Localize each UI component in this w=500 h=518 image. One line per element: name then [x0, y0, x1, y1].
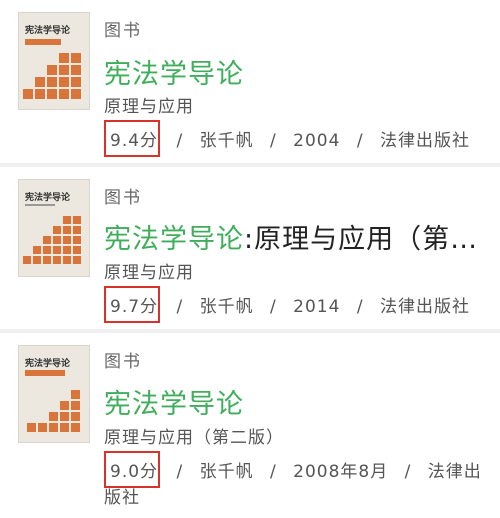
book-cover-image[interactable]: 宪法学导论: [18, 345, 90, 443]
stairs-graphic: [27, 390, 80, 432]
cover-title-text: 宪法学导论: [25, 26, 71, 36]
separator: /: [270, 131, 277, 151]
rating-score: 9.4分: [104, 120, 161, 157]
book-item-3[interactable]: 宪法学导论 图书 宪法学导论 原理与应用（第二版） 9.0分 / 张千帆 / 2…: [0, 333, 500, 518]
publisher-name[interactable]: 法律出版社: [380, 131, 470, 151]
book-title-link[interactable]: 宪法学导论:原理与应用（第…: [104, 217, 478, 256]
book-subtitle: 原理与应用: [104, 263, 194, 283]
book-meta-row: 9.4分 / 张千帆 / 2004 / 法律出版社: [104, 120, 470, 157]
cover-subtitle-bar: [25, 39, 61, 45]
separator: /: [356, 131, 364, 151]
book-title-main: 宪法学导论: [104, 59, 244, 90]
book-title-link[interactable]: 宪法学导论: [104, 382, 244, 421]
separator: /: [176, 131, 184, 151]
book-meta-row: 9.7分 / 张千帆 / 2014 / 法律出版社: [104, 286, 470, 323]
category-label: 图书: [104, 188, 142, 208]
publisher-name-line2[interactable]: 版社: [104, 483, 140, 508]
book-meta-row: 9.0分 / 张千帆 / 2008年8月 / 法律出: [104, 451, 482, 488]
author-name[interactable]: 张千帆: [200, 462, 254, 482]
separator: /: [404, 462, 412, 482]
book-item-2[interactable]: 宪法学导论 图书 宪法学导论:原理与应用（第… 原理与应用 9.7分 / 张千帆…: [0, 167, 500, 327]
cover-title-text: 宪法学导论: [25, 193, 71, 203]
stairs-graphic: [23, 53, 81, 99]
publish-year: 2008年8月: [293, 462, 389, 482]
book-title-main: 宪法学导论: [104, 389, 244, 420]
book-subtitle: 原理与应用: [104, 97, 194, 117]
separator: /: [270, 297, 277, 317]
book-cover-image[interactable]: 宪法学导论: [18, 12, 90, 110]
publish-year: 2014: [293, 297, 341, 317]
publisher-name-line1[interactable]: 法律出: [428, 462, 482, 482]
stairs-graphic: [23, 216, 81, 264]
cover-title-text: 宪法学导论: [25, 359, 71, 369]
separator: /: [176, 297, 184, 317]
publisher-name[interactable]: 法律出版社: [380, 297, 470, 317]
author-name[interactable]: 张千帆: [200, 297, 254, 317]
book-cover-image[interactable]: 宪法学导论: [18, 179, 90, 277]
book-subtitle: 原理与应用（第二版）: [104, 428, 284, 448]
author-name[interactable]: 张千帆: [200, 131, 254, 151]
cover-subtitle-bar: [25, 204, 55, 206]
category-label: 图书: [104, 21, 142, 41]
rating-score: 9.7分: [104, 286, 161, 323]
cover-subtitle-bar: [25, 370, 65, 376]
book-title-link[interactable]: 宪法学导论: [104, 52, 244, 91]
book-title-main: 宪法学导论: [104, 224, 244, 255]
separator: /: [176, 462, 184, 482]
separator: /: [270, 462, 277, 482]
category-label: 图书: [104, 352, 142, 372]
book-item-1[interactable]: 宪法学导论 图书 宪法学导论 原理与应用 9.4分 / 张千帆 / 2004 /…: [0, 0, 500, 160]
book-title-rest: :原理与应用（第…: [244, 224, 479, 255]
separator: /: [356, 297, 364, 317]
publish-year: 2004: [293, 131, 341, 151]
